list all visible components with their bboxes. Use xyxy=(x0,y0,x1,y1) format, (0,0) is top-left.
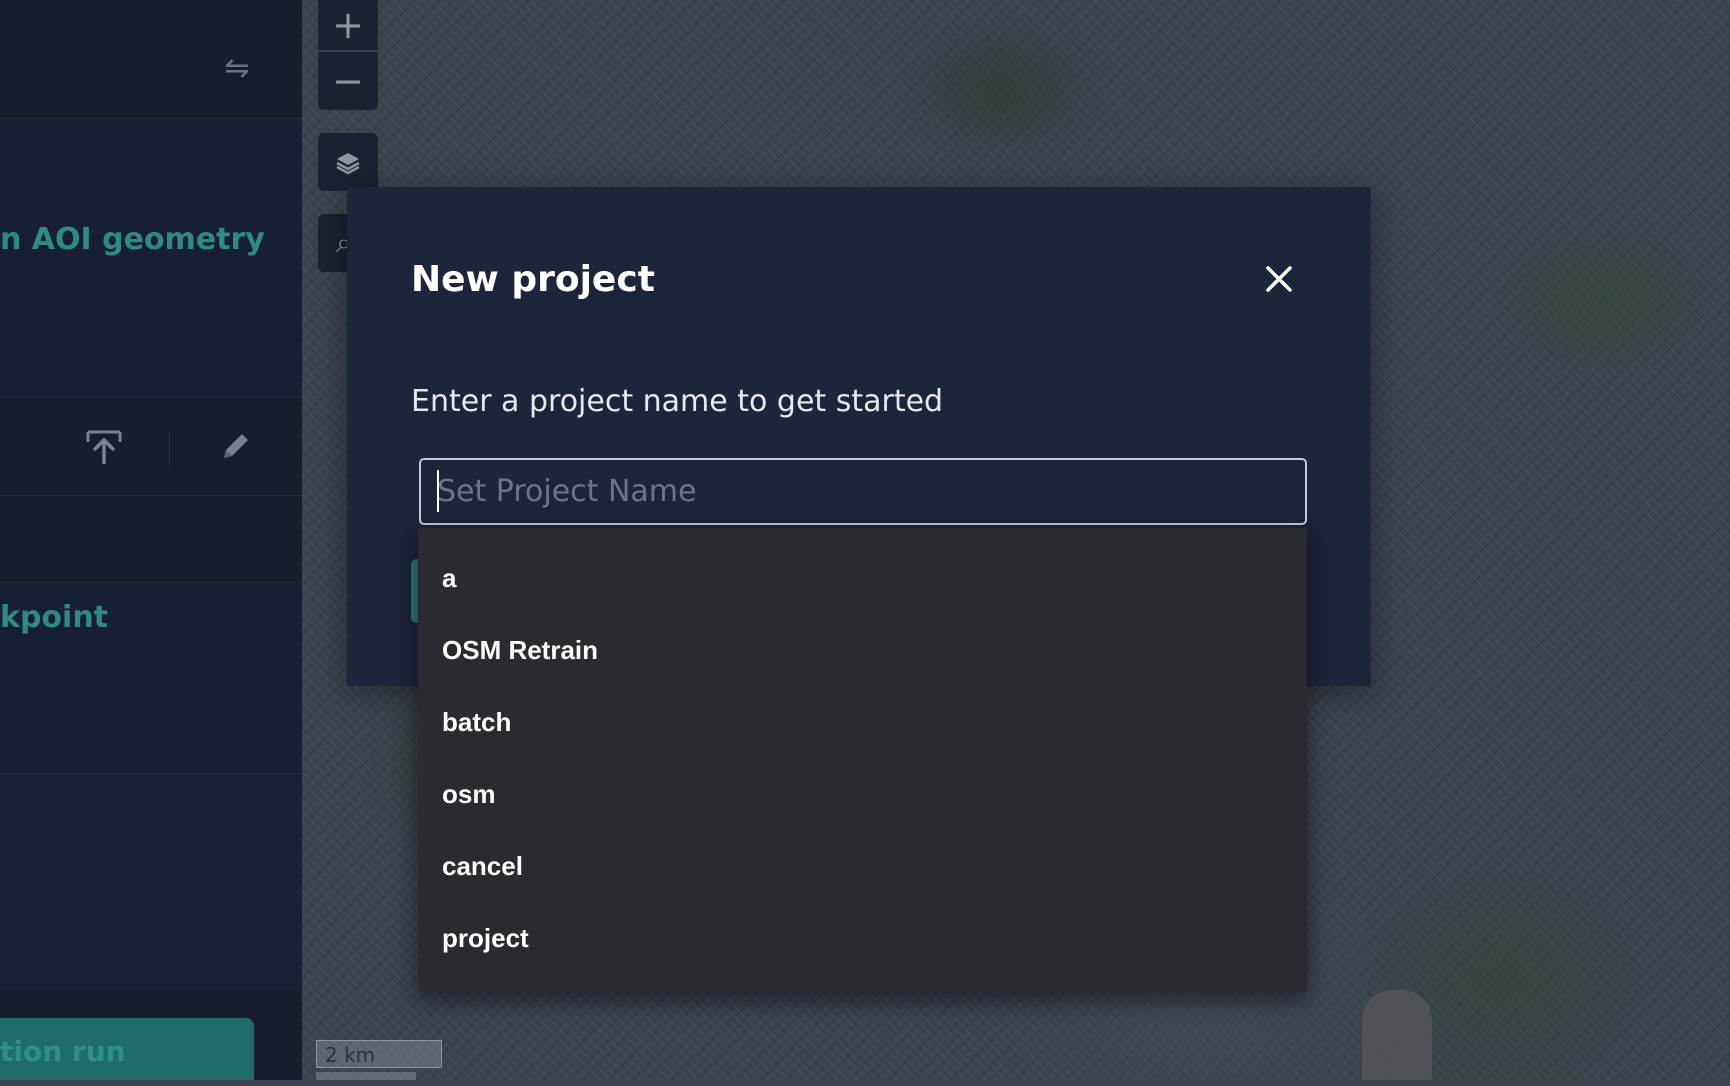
layers-button[interactable] xyxy=(318,133,378,191)
autocomplete-option[interactable]: cancel xyxy=(418,830,1307,902)
aoi-panel xyxy=(0,119,302,397)
autocomplete-option[interactable]: OSM Retrain xyxy=(418,614,1307,686)
autocomplete-option[interactable]: osm xyxy=(418,758,1307,830)
modal-subtitle: Enter a project name to get started xyxy=(411,384,944,419)
aoi-tools xyxy=(0,397,302,496)
pencil-icon[interactable] xyxy=(218,428,254,464)
sidebar-section xyxy=(0,496,302,583)
layers-icon xyxy=(336,153,360,175)
aoi-geometry-label: n AOI geometry xyxy=(0,222,265,257)
zoom-controls: + − xyxy=(318,0,378,110)
tool-divider xyxy=(169,432,170,466)
zoom-out-button[interactable]: − xyxy=(318,52,378,110)
zoom-in-button[interactable]: + xyxy=(318,0,378,52)
autocomplete-option[interactable]: project xyxy=(418,902,1307,974)
autocomplete-dropdown: a OSM Retrain batch osm cancel project xyxy=(418,528,1307,992)
upload-icon[interactable] xyxy=(84,428,124,468)
text-caret xyxy=(437,470,439,512)
sidebar: ⇋ n AOI geometry kpoint tion run xyxy=(0,0,302,1080)
map-scale: 2 km xyxy=(316,1040,442,1068)
autocomplete-option[interactable]: a xyxy=(418,542,1307,614)
autocomplete-option[interactable]: batch xyxy=(418,686,1307,758)
sidebar-footer xyxy=(0,774,302,990)
checkpoint-label: kpoint xyxy=(0,600,109,635)
project-name-input[interactable] xyxy=(419,458,1307,525)
modal-title: New project xyxy=(411,259,655,300)
collapse-toggle-icon[interactable]: ⇋ xyxy=(218,52,256,86)
run-button[interactable]: tion run xyxy=(0,1018,254,1080)
sidebar-header xyxy=(0,0,302,119)
close-icon[interactable] xyxy=(1259,259,1299,299)
map-river xyxy=(1362,990,1432,1080)
map-scale-bar xyxy=(316,1072,416,1080)
